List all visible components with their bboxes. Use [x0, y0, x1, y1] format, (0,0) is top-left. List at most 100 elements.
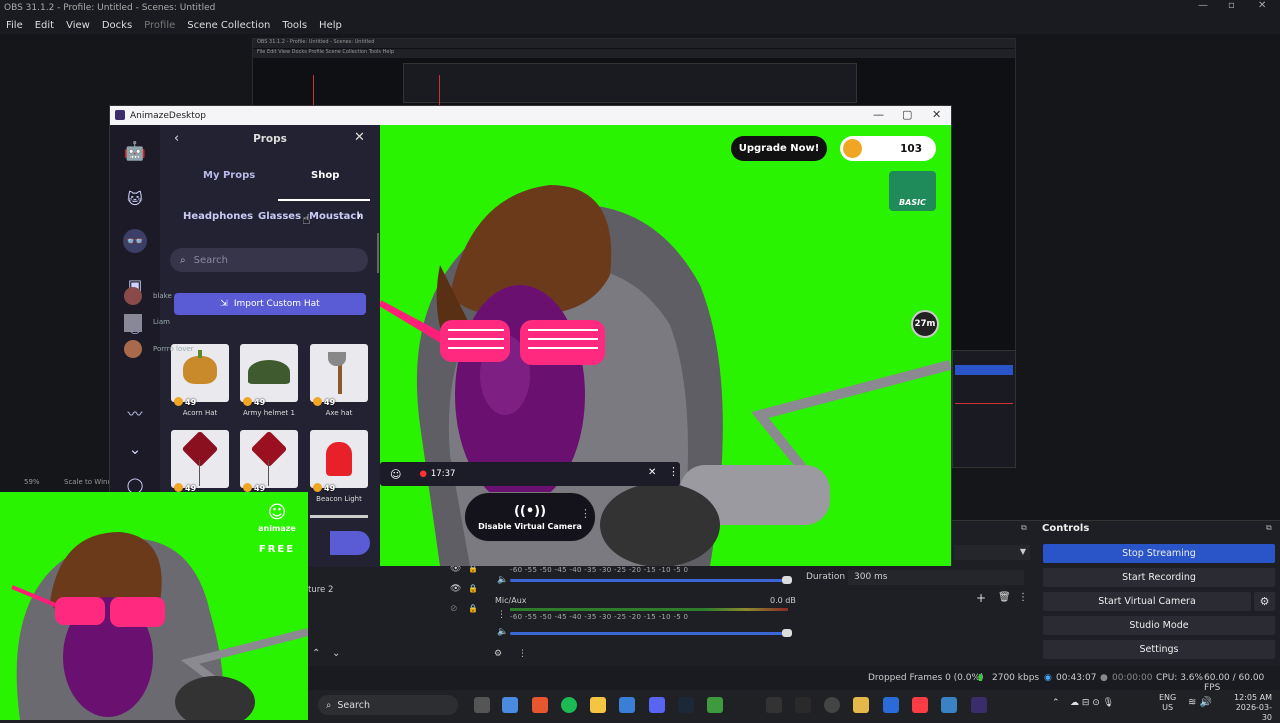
kebab-icon[interactable]: ⋮ — [668, 465, 679, 478]
stop-streaming-button[interactable]: Stop Streaming — [1043, 544, 1275, 563]
tab-my-props[interactable]: My Props — [203, 170, 255, 181]
move-up-icon[interactable]: ⌃ — [312, 648, 320, 659]
import-custom-hat-button[interactable]: ⇲ Import Custom Hat — [174, 293, 366, 315]
animaze-icon[interactable] — [971, 697, 987, 713]
tray-icons[interactable]: ☁ ⊟ ⊙ 🎙 — [1070, 698, 1114, 708]
avatar-icon[interactable]: ☺ — [390, 468, 401, 481]
transition-select[interactable]: ▼ — [954, 545, 1030, 560]
upgrade-now-button[interactable]: Upgrade Now! — [731, 136, 827, 161]
obs-icon[interactable] — [824, 697, 840, 713]
menu-file[interactable]: File — [0, 20, 29, 31]
props-search-input[interactable]: ⌕ Search — [170, 248, 368, 272]
mixer-settings-icon[interactable]: ⚙ — [494, 649, 502, 659]
mic-volume-handle[interactable] — [782, 629, 792, 637]
prop-card-axe-hat[interactable]: 49 Axe hat — [310, 344, 368, 417]
file-explorer-icon[interactable] — [590, 697, 606, 713]
menu-view[interactable]: View — [60, 20, 96, 31]
disable-virtual-camera-button[interactable]: ((•)) Disable Virtual Camera — [464, 492, 596, 542]
close-icon[interactable]: ✕ — [1258, 0, 1266, 11]
volume-icon[interactable]: 🔈 — [497, 627, 508, 637]
category-glasses[interactable]: Glasses — [258, 211, 301, 222]
menu-scene-collection[interactable]: Scene Collection — [181, 20, 276, 31]
chevron-up-icon[interactable]: ⌃ — [1052, 698, 1060, 708]
action-button[interactable] — [330, 531, 370, 555]
app-icon[interactable] — [853, 697, 869, 713]
brave-icon[interactable] — [532, 697, 548, 713]
coin-icon — [243, 397, 252, 406]
settings-button[interactable]: Settings — [1043, 640, 1275, 659]
minecraft-icon[interactable] — [707, 697, 723, 713]
waveform-icon[interactable]: 〰 — [123, 401, 147, 425]
dock-float-icon[interactable]: ⧉ — [1266, 523, 1272, 533]
animaze-logo-icon — [115, 110, 125, 120]
epic-games-icon[interactable] — [795, 697, 811, 713]
close-icon[interactable]: ✕ — [932, 108, 941, 121]
menu-edit[interactable]: Edit — [29, 20, 60, 31]
app-icon[interactable] — [941, 697, 957, 713]
cat-avatar-icon[interactable]: 🐱 — [123, 187, 147, 211]
lock-icon[interactable]: 🔒 — [468, 604, 478, 613]
maximize-icon[interactable]: ▫ — [1228, 0, 1235, 11]
chevron-right-icon[interactable]: › — [357, 211, 361, 222]
basic-plan-badge[interactable]: BASIC — [889, 171, 936, 211]
wifi-icon[interactable]: ≋ 🔊 — [1188, 697, 1212, 708]
add-icon[interactable]: + — [976, 591, 986, 605]
start-virtual-camera-button[interactable]: Start Virtual Camera — [1043, 592, 1251, 611]
volume-slider-handle[interactable] — [782, 576, 792, 584]
clock[interactable]: 12:05 AM 2026-03-30 — [1228, 693, 1272, 723]
kebab-icon[interactable]: ⋮ — [518, 649, 527, 659]
close-icon[interactable]: ✕ — [354, 130, 365, 145]
language-indicator[interactable]: ENG US — [1159, 693, 1176, 713]
kebab-icon[interactable]: ⋮ — [1018, 592, 1028, 603]
discord-icon[interactable] — [649, 697, 665, 713]
minimize-icon[interactable]: — — [873, 108, 884, 121]
kebab-icon[interactable]: ⋮ — [580, 507, 591, 520]
menu-profile[interactable]: Profile — [138, 20, 181, 31]
close-icon[interactable]: ✕ — [648, 467, 656, 478]
robot-logo-icon[interactable]: 🤖 — [123, 139, 147, 163]
scale-mode[interactable]: Scale to Wind — [64, 478, 112, 486]
category-headphones[interactable]: Headphones — [183, 211, 253, 222]
stream-icon: ◉ — [1044, 673, 1052, 683]
menu-help[interactable]: Help — [313, 20, 348, 31]
source-item[interactable]: ture 2 — [308, 585, 333, 595]
maximize-icon[interactable]: ▢ — [902, 108, 912, 121]
minimize-icon[interactable]: — — [1198, 0, 1208, 11]
taskbar-search[interactable]: ⌕ Search — [318, 695, 458, 715]
virtual-camera-settings-icon[interactable]: ⚙ — [1254, 592, 1275, 611]
category-moustache[interactable]: Moustach — [309, 211, 363, 222]
duration-input[interactable]: 300 ms — [848, 570, 1024, 585]
prop-card-beacon-light[interactable]: 49 Beacon Light — [310, 430, 368, 503]
task-view-icon[interactable] — [474, 697, 490, 713]
spotify-icon[interactable] — [561, 697, 577, 713]
timer-badge[interactable]: 27m — [911, 310, 939, 338]
copilot-icon[interactable] — [502, 697, 518, 713]
app-icon[interactable] — [883, 697, 899, 713]
menu-tools[interactable]: Tools — [276, 20, 313, 31]
prop-card-army-helmet[interactable]: 49 Army helmet 1 — [240, 344, 298, 417]
prop-card-acorn-hat[interactable]: 49 Acorn Hat — [171, 344, 229, 417]
volume-slider[interactable] — [510, 579, 788, 582]
move-down-icon[interactable]: ⌄ — [332, 648, 340, 659]
store-icon[interactable] — [619, 697, 635, 713]
props-icon[interactable]: 👓 — [123, 229, 147, 253]
scrollbar[interactable] — [377, 233, 379, 273]
steam-icon[interactable] — [678, 697, 694, 713]
volume-icon[interactable]: 🔈 — [497, 575, 508, 585]
menu-docks[interactable]: Docks — [96, 20, 138, 31]
start-recording-button[interactable]: Start Recording — [1043, 568, 1275, 587]
trash-icon[interactable]: 🗑 — [998, 592, 1011, 603]
studio-mode-button[interactable]: Studio Mode — [1043, 616, 1275, 635]
dock-float-icon[interactable]: ⧉ — [1021, 523, 1027, 533]
kebab-icon[interactable]: ⋮ — [497, 610, 506, 620]
zoom-level[interactable]: 59% — [24, 478, 40, 486]
coin-balance[interactable]: 103 — [840, 136, 936, 161]
mic-volume-slider[interactable] — [510, 632, 788, 635]
lock-icon[interactable]: 🔒 — [468, 584, 478, 593]
chevrons-down-icon[interactable]: ⌄ — [123, 437, 147, 461]
capcut-icon[interactable] — [766, 697, 782, 713]
music-icon[interactable] — [912, 697, 928, 713]
tab-shop[interactable]: Shop — [311, 170, 339, 181]
eye-icon[interactable]: 👁 — [450, 584, 461, 594]
eye-hidden-icon[interactable]: ⊘ — [450, 604, 458, 614]
